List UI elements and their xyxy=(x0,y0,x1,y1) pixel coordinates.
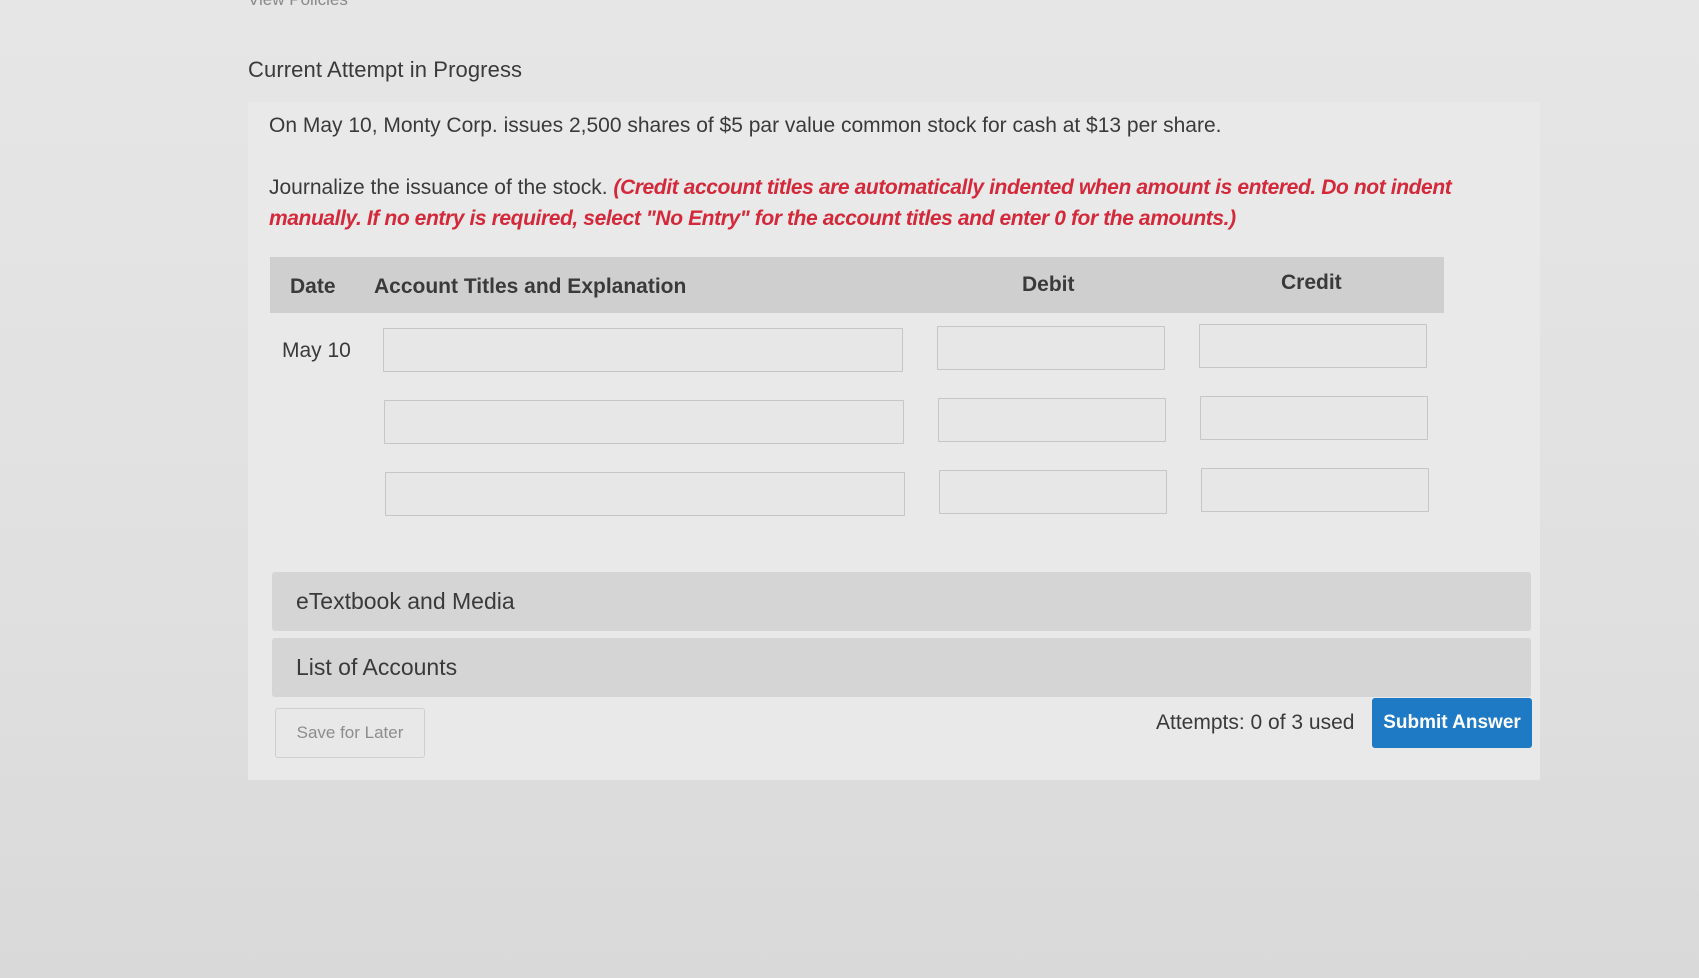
header-account-titles: Account Titles and Explanation xyxy=(374,275,687,298)
list-of-accounts-section[interactable]: List of Accounts xyxy=(272,638,1531,697)
entry-date: May 10 xyxy=(282,339,351,362)
debit-input-2[interactable] xyxy=(938,398,1166,442)
submit-answer-button[interactable]: Submit Answer xyxy=(1372,698,1532,748)
credit-input-2[interactable] xyxy=(1200,396,1428,440)
credit-input-3[interactable] xyxy=(1201,468,1429,512)
header-debit: Debit xyxy=(1022,273,1075,296)
instruction-text: Journalize the issuance of the stock. (C… xyxy=(269,172,1529,234)
credit-input-1[interactable] xyxy=(1199,324,1427,368)
save-for-later-button[interactable]: Save for Later xyxy=(275,708,425,758)
header-credit: Credit xyxy=(1281,271,1342,294)
list-of-accounts-label: List of Accounts xyxy=(296,654,458,680)
etextbook-media-label: eTextbook and Media xyxy=(296,588,515,614)
debit-input-1[interactable] xyxy=(937,326,1165,370)
debit-input-3[interactable] xyxy=(939,470,1167,514)
attempts-counter: Attempts: 0 of 3 used xyxy=(1156,711,1355,734)
instruction-lead: Journalize the issuance of the stock. xyxy=(269,176,608,199)
attempt-status-title: Current Attempt in Progress xyxy=(248,57,523,82)
account-title-input-3[interactable] xyxy=(385,472,905,516)
etextbook-media-section[interactable]: eTextbook and Media xyxy=(272,572,1531,631)
assignment-screen: View Policies Current Attempt in Progres… xyxy=(0,0,1699,978)
question-text: On May 10, Monty Corp. issues 2,500 shar… xyxy=(269,114,1222,137)
journal-table-header: Date Account Titles and Explanation Debi… xyxy=(270,257,1444,313)
view-policies-link[interactable]: View Policies xyxy=(248,0,348,10)
header-date: Date xyxy=(290,275,336,298)
account-title-input-2[interactable] xyxy=(384,400,904,444)
account-title-input-1[interactable] xyxy=(383,328,903,372)
